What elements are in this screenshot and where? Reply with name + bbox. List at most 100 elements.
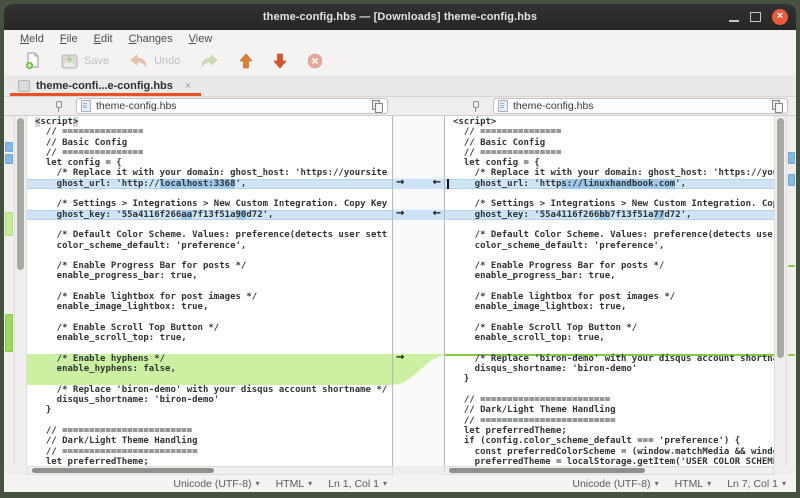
left-cursor-position[interactable]: Ln 1, Col 1 ▾	[328, 478, 387, 490]
right-syntax-selector[interactable]: HTML ▾	[675, 478, 712, 490]
code-line[interactable]: /* Enable Progress Bar for posts */	[35, 261, 392, 271]
code-line[interactable]: color_scheme_default: 'preference',	[35, 241, 392, 251]
code-line[interactable]: // =========================	[453, 416, 774, 426]
code-line[interactable]: // Basic Config	[453, 138, 774, 148]
diff-map-mark[interactable]	[788, 174, 795, 186]
code-line[interactable]: /* Enable lightbox for post images */	[453, 292, 774, 302]
pull-change-left-arrow[interactable]: ←	[433, 209, 441, 219]
code-line[interactable]: /* Enable Progress Bar for posts */	[453, 261, 774, 271]
menu-item-meld[interactable]: Meld	[12, 33, 52, 45]
code-line[interactable]: // =========================	[35, 447, 392, 457]
right-horizontal-scrollbar-thumb[interactable]	[449, 468, 645, 473]
diff-map-mark[interactable]	[5, 142, 13, 152]
code-line[interactable]	[35, 220, 392, 230]
maximize-icon[interactable]	[750, 12, 761, 22]
diff-map-mark[interactable]	[5, 314, 13, 352]
code-line[interactable]: disqus_shortname: 'biron-demo'	[453, 364, 774, 374]
code-line[interactable]	[453, 344, 774, 354]
code-line[interactable]: ghost_key: '55a4116f266bb7f13f51a77d72',	[445, 210, 774, 220]
code-line[interactable]	[35, 416, 392, 426]
code-line[interactable]: // Dark/Light Theme Handling	[453, 405, 774, 415]
code-line[interactable]: /* Enable Scroll Top Button */	[35, 323, 392, 333]
code-line[interactable]: let preferredTheme;	[453, 426, 774, 436]
code-line[interactable]: const preferredColorScheme = (window.mat…	[453, 447, 774, 457]
next-change-button[interactable]	[266, 51, 294, 71]
left-diff-map[interactable]	[4, 116, 14, 466]
diff-map-mark[interactable]	[788, 152, 795, 164]
diff-map-mark[interactable]	[788, 265, 795, 267]
right-vertical-scrollbar-thumb[interactable]	[777, 118, 784, 358]
tab-close-icon[interactable]: ×	[179, 80, 191, 92]
push-insert-right-arrow[interactable]: →	[396, 353, 404, 363]
code-line[interactable]	[35, 189, 392, 199]
right-horizontal-scrollbar[interactable]	[444, 466, 774, 475]
pull-change-left-arrow[interactable]: ←	[433, 178, 441, 188]
right-copy-icon[interactable]	[772, 100, 783, 112]
right-pin-icon[interactable]	[471, 100, 479, 112]
redo-button[interactable]	[193, 52, 226, 70]
left-file-button[interactable]: theme-config.hbs	[76, 98, 388, 114]
code-line[interactable]: // ===============	[35, 127, 392, 137]
menu-item-changes[interactable]: Changes	[121, 33, 181, 45]
new-comparison-button[interactable]	[18, 50, 48, 72]
code-line[interactable]: /* Settings > Integrations > New Custom …	[35, 199, 392, 209]
code-line[interactable]: /* Replace 'biron-demo' with your disqus…	[35, 385, 392, 395]
push-change-right-arrow[interactable]: →	[396, 178, 404, 188]
left-vertical-scrollbar-thumb[interactable]	[17, 118, 24, 270]
push-change-right-arrow[interactable]: →	[396, 209, 404, 219]
code-line[interactable]: /* Replace it with your domain: ghost_ho…	[35, 168, 392, 178]
code-line[interactable]: ghost_url: 'http://localhost:3368',	[27, 179, 392, 189]
left-encoding-selector[interactable]: Unicode (UTF-8) ▾	[173, 478, 259, 490]
code-line[interactable]: // Basic Config	[35, 138, 392, 148]
code-line[interactable]	[453, 313, 774, 323]
code-line[interactable]: enable_progress_bar: true,	[35, 271, 392, 281]
code-line[interactable]	[35, 282, 392, 292]
code-line[interactable]	[453, 385, 774, 395]
code-line[interactable]: enable_progress_bar: true,	[453, 271, 774, 281]
code-line[interactable]: // ========================	[35, 426, 392, 436]
code-line[interactable]: ghost_key: '55a4116f266aa7f13f51a90d72',	[27, 210, 392, 220]
right-vertical-scrollbar[interactable]	[774, 116, 787, 466]
stop-button[interactable]	[300, 51, 330, 71]
code-line[interactable]: let config = {	[35, 158, 392, 168]
code-line[interactable]	[35, 251, 392, 261]
code-line[interactable]: let preferredTheme;	[35, 457, 392, 466]
right-editor-pane[interactable]: <script> // =============== // Basic Con…	[444, 116, 774, 466]
code-line[interactable]	[453, 189, 774, 199]
code-line[interactable]: enable_scroll_top: true,	[453, 333, 774, 343]
right-diff-map[interactable]	[787, 116, 796, 466]
menu-item-file[interactable]: File	[52, 33, 86, 45]
code-line[interactable]: /* Default Color Scheme. Values: prefere…	[453, 230, 774, 240]
left-copy-icon[interactable]	[372, 100, 383, 112]
code-line[interactable]: /* Replace it with your domain: ghost_ho…	[453, 168, 774, 178]
code-line[interactable]: // ===============	[453, 148, 774, 158]
previous-change-button[interactable]	[232, 51, 260, 71]
diff-map-mark[interactable]	[5, 154, 13, 164]
code-line[interactable]: /* Default Color Scheme. Values: prefere…	[35, 230, 392, 240]
code-line[interactable]: enable_image_lightbox: true,	[35, 302, 392, 312]
code-line[interactable]: /* Replace 'biron-demo' with your disqus…	[445, 354, 774, 364]
code-line[interactable]: /* Enable Scroll Top Button */	[453, 323, 774, 333]
right-file-button[interactable]: theme-config.hbs	[493, 98, 788, 114]
menu-item-view[interactable]: View	[181, 33, 221, 45]
diff-map-mark[interactable]	[788, 354, 795, 356]
code-line[interactable]: /* Enable lightbox for post images */	[35, 292, 392, 302]
left-horizontal-scrollbar[interactable]	[27, 466, 393, 475]
code-line[interactable]: let config = {	[453, 158, 774, 168]
code-line[interactable]: // ========================	[453, 395, 774, 405]
diff-map-mark[interactable]	[5, 212, 13, 236]
left-syntax-selector[interactable]: HTML ▾	[276, 478, 313, 490]
left-pin-icon[interactable]	[54, 100, 62, 112]
undo-button[interactable]: Undo	[122, 52, 187, 70]
code-line[interactable]: preferredTheme = localStorage.getItem('U…	[453, 457, 774, 466]
code-line[interactable]: ghost_url: 'https://linuxhandbook.com',	[445, 179, 774, 189]
code-line[interactable]: }	[35, 405, 392, 415]
code-line[interactable]	[453, 251, 774, 261]
code-line[interactable]: color_scheme_default: 'preference',	[453, 241, 774, 251]
minimize-icon[interactable]	[729, 20, 739, 22]
right-cursor-position[interactable]: Ln 7, Col 1 ▾	[727, 478, 786, 490]
code-line[interactable]	[35, 344, 392, 354]
code-line[interactable]: // Dark/Light Theme Handling	[35, 436, 392, 446]
code-line[interactable]: enable_scroll_top: true,	[35, 333, 392, 343]
save-button[interactable]: Save	[54, 52, 116, 71]
